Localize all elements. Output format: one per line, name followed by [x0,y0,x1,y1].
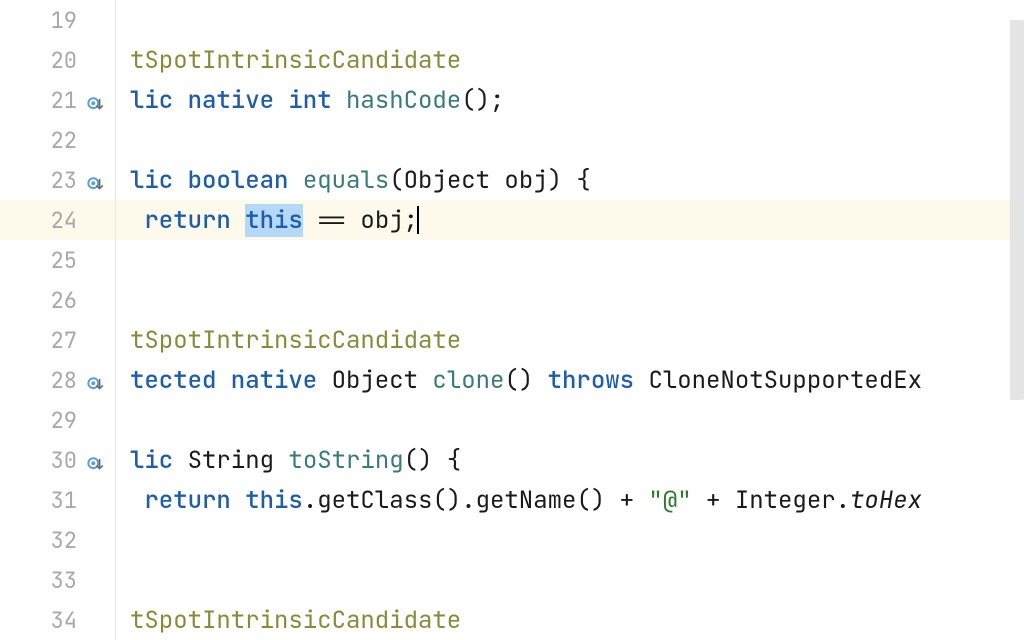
gutter-line[interactable]: 25 [0,240,115,280]
code-line[interactable]: return this == obj; [116,200,1024,240]
code-token: () { [404,445,462,476]
gutter-line[interactable]: 23 [0,160,115,200]
override-down-icon[interactable] [87,171,105,189]
code-token: "@" [648,485,691,516]
code-token: .getClass().getName() + [303,485,649,516]
gutter-line[interactable]: 29 [0,400,115,440]
gutter-line[interactable]: 28 [0,360,115,400]
code-line[interactable]: lic native int hashCode(); [116,80,1024,120]
text-caret [417,206,419,234]
code-token: + Integer. [692,485,850,516]
code-token [130,485,144,516]
code-token: hashCode [346,85,461,116]
code-line[interactable]: tSpotIntrinsicCandidate [116,600,1024,640]
line-number: 20 [35,46,77,75]
code-token: lic boolean [130,165,303,196]
code-line[interactable] [116,120,1024,160]
override-down-icon[interactable] [87,451,105,469]
line-number: 28 [35,366,77,395]
line-number: 27 [35,326,77,355]
line-number: 24 [35,206,77,235]
gutter: 19 20 21 22 23 24 25 26 27 28 29 30 31 32 33 34 [0,0,116,640]
code-token: CloneNotSupportedEx [648,365,922,396]
line-number: 19 [35,6,77,35]
code-line[interactable]: lic boolean equals(Object obj) { [116,160,1024,200]
code-token: () [504,365,547,396]
gutter-line[interactable]: 22 [0,120,115,160]
code-token: lic [130,445,188,476]
code-token: == obj; [303,205,418,236]
code-token: toString [288,445,403,476]
code-token: Object [332,365,433,396]
code-token [130,205,144,236]
code-editor[interactable]: 19 20 21 22 23 24 25 26 27 28 29 30 31 32 33 34 tSp… [0,0,1024,640]
override-down-icon[interactable] [87,91,105,109]
gutter-line[interactable]: 32 [0,520,115,560]
code-token: toHex [850,485,922,516]
line-number: 25 [35,246,77,275]
code-line[interactable] [116,280,1024,320]
gutter-line[interactable]: 20 [0,40,115,80]
line-number: 34 [35,606,77,635]
code-line[interactable] [116,0,1024,40]
override-down-icon[interactable] [87,371,105,389]
code-token: throws [548,365,649,396]
gutter-line[interactable]: 27 [0,320,115,360]
code-line[interactable]: tSpotIntrinsicCandidate [116,320,1024,360]
code-area[interactable]: tSpotIntrinsicCandidate lic native int ha… [116,0,1024,640]
code-token: equals [303,165,389,196]
code-line[interactable]: tSpotIntrinsicCandidate [116,40,1024,80]
code-token: clone [432,365,504,396]
code-token: this [245,204,303,237]
line-number: 31 [35,486,77,515]
code-token: (Object obj) { [389,165,591,196]
code-token: lic native int [130,85,346,116]
gutter-line[interactable]: 33 [0,560,115,600]
code-line[interactable] [116,400,1024,440]
line-number: 22 [35,126,77,155]
code-line[interactable] [116,240,1024,280]
code-token: return this [144,485,302,516]
line-number: 23 [35,166,77,195]
code-line[interactable] [116,520,1024,560]
line-number: 26 [35,286,77,315]
gutter-line[interactable]: 21 [0,80,115,120]
code-line[interactable]: lic String toString() { [116,440,1024,480]
code-token: tSpotIntrinsicCandidate [130,45,461,76]
gutter-line[interactable]: 19 [0,0,115,40]
gutter-line[interactable]: 26 [0,280,115,320]
gutter-line[interactable]: 30 [0,440,115,480]
code-line[interactable] [116,560,1024,600]
code-token: return [144,205,245,236]
code-token: tSpotIntrinsicCandidate [130,605,461,636]
vertical-scrollbar[interactable] [1010,20,1024,400]
code-token: String [188,445,289,476]
gutter-line[interactable]: 31 [0,480,115,520]
code-line[interactable]: tected native Object clone() throws Clon… [116,360,1024,400]
code-line[interactable]: return this.getClass().getName() + "@" +… [116,480,1024,520]
gutter-line[interactable]: 24 [0,200,115,240]
code-token: (); [461,85,504,116]
code-token: tected native [130,365,332,396]
line-number: 29 [35,406,77,435]
line-number: 32 [35,526,77,555]
line-number: 30 [35,446,77,475]
line-number: 21 [35,86,77,115]
line-number: 33 [35,566,77,595]
gutter-line[interactable]: 34 [0,600,115,640]
code-token: tSpotIntrinsicCandidate [130,325,461,356]
